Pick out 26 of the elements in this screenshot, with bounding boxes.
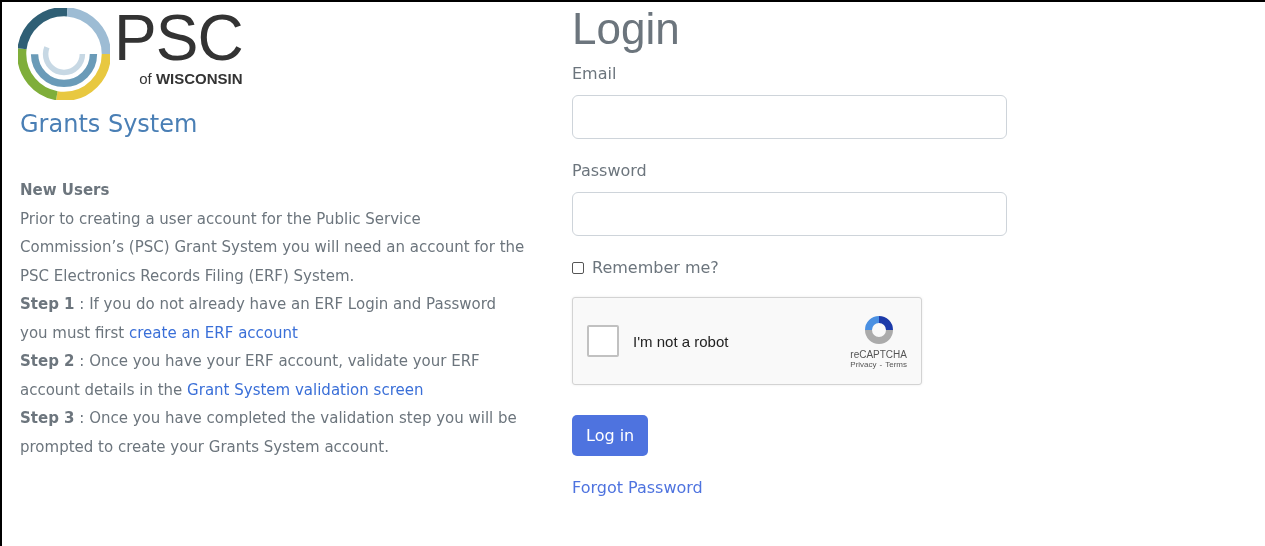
login-heading: Login <box>572 4 681 54</box>
remember-checkbox[interactable] <box>572 261 584 274</box>
captcha-brand: reCAPTCHA <box>850 349 907 360</box>
step-link[interactable]: Grant System validation screen <box>187 380 424 399</box>
field-label: Email <box>572 64 618 83</box>
terms-link[interactable]: Terms <box>885 360 907 369</box>
field-label: Password <box>572 161 648 180</box>
step-text: Step 1 : If you do not already have an ERF Login and Password you must first create an ERF account <box>20 294 498 344</box>
input-field[interactable] <box>572 192 1007 236</box>
logo-title: PSC <box>114 8 243 68</box>
captcha-checkbox[interactable] <box>587 325 619 357</box>
privacy-link[interactable]: Privacy <box>850 360 877 369</box>
logo-subtitle: of WISCONSIN <box>139 70 243 87</box>
step-link[interactable]: create an ERF account <box>129 323 298 342</box>
captcha-label: I'm not a robot <box>633 332 730 350</box>
intro-paragraph: Prior to creating a user account for the Public Service Commission’s (PSC) Grant System you will need an account for the PSC Electronics Records Filing (ERF) System. <box>20 208 526 287</box>
step-text: Step 2 : Once you have your ERF account, validate your ERF account details in the Grant System validation screen <box>20 351 481 401</box>
section-heading: New Users <box>20 180 111 201</box>
forgot-password-link[interactable]: Forgot Password <box>572 478 703 497</box>
app-title: Grants System <box>20 110 199 138</box>
input-field[interactable] <box>572 95 1007 139</box>
swirl-logo-icon <box>18 8 110 100</box>
link-separator: - <box>879 360 883 369</box>
remember-label: Remember me? <box>592 258 719 277</box>
login-button[interactable]: Log in <box>572 415 649 456</box>
step-text: Step 3 : Once you have completed the validation step you will be prompted to create your Grants System account. <box>20 408 518 458</box>
